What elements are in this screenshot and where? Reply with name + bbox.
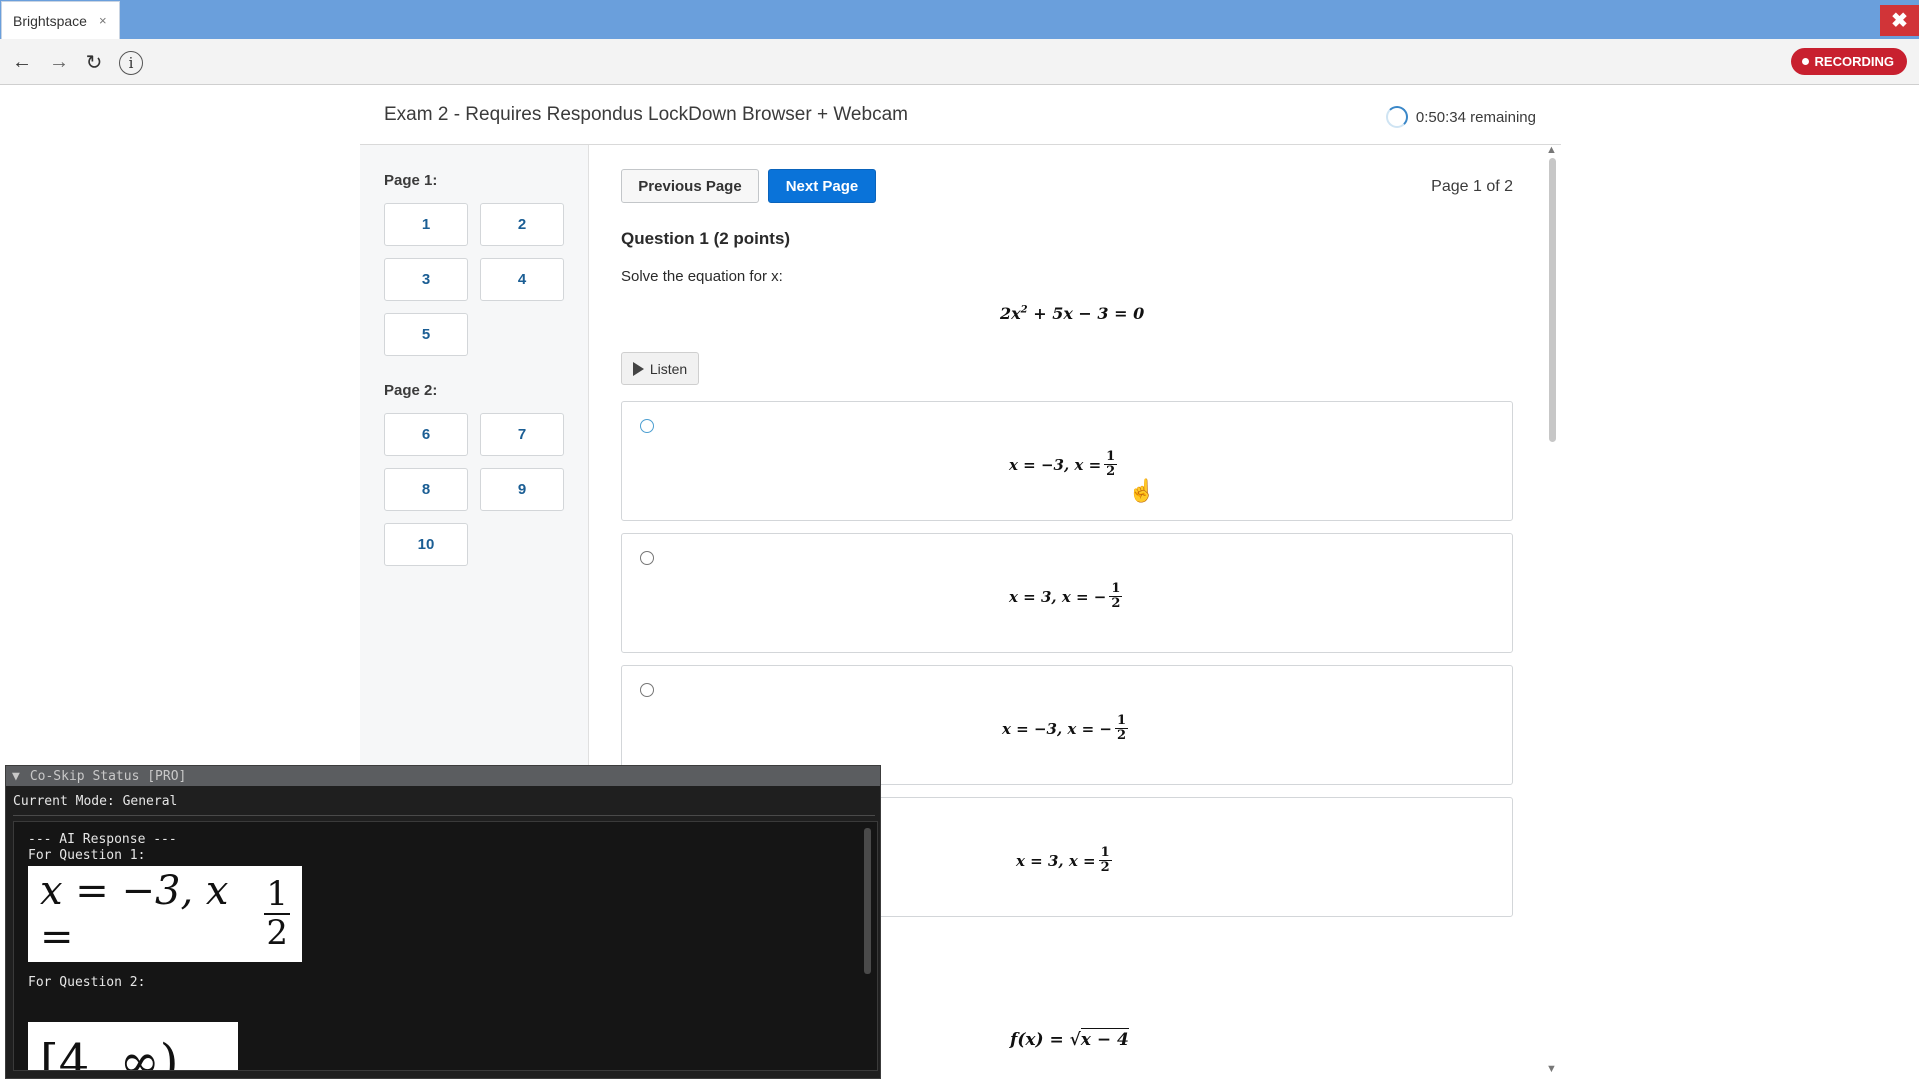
answer-radio-3[interactable]: [640, 683, 654, 697]
answer-math-3: x = −3, x = − 12: [1002, 713, 1128, 744]
answer-text: x = 3, x = −: [1009, 587, 1107, 606]
answer-math-1: x = −3, x = 12: [1009, 449, 1118, 480]
listen-button[interactable]: Listen: [621, 352, 699, 385]
exam-timer: 0:50:34 remaining: [1385, 106, 1536, 128]
answer-text: x = −3, x =: [1009, 455, 1102, 474]
window-close-button[interactable]: ✖: [1880, 5, 1919, 36]
answer-option-1[interactable]: x = −3, x = 12: [621, 401, 1513, 521]
q1-answer-prefix: x = −3, x =: [40, 868, 229, 960]
page2-heading: Page 2:: [384, 382, 438, 399]
answer-radio-1[interactable]: [640, 419, 654, 433]
next-page-button[interactable]: Next Page: [768, 169, 876, 203]
q1-answer-fraction: 12: [264, 873, 290, 953]
co-skip-overlay-panel: ▼ Co-Skip Status [PRO] Current Mode: Gen…: [5, 765, 881, 1079]
fraction-numerator: 1: [1114, 713, 1128, 730]
question-link-7[interactable]: 7: [480, 413, 564, 456]
recording-badge: RECORDING: [1790, 48, 1907, 75]
tab-close-icon[interactable]: ×: [99, 13, 107, 28]
forward-arrow-icon[interactable]: →: [46, 49, 72, 75]
scroll-up-icon[interactable]: ▲: [1546, 144, 1557, 156]
navigation-bar: ← → ↻ i RECORDING: [0, 39, 1919, 85]
answer-radio-2[interactable]: [640, 551, 654, 565]
question-link-2[interactable]: 2: [480, 203, 564, 246]
equation-rest: + 5x − 3 = 0: [1027, 304, 1145, 323]
fraction-denominator: 2: [1100, 860, 1110, 876]
overlay-mode: Current Mode: General: [13, 794, 178, 809]
collapse-triangle-icon[interactable]: ▼: [12, 769, 20, 784]
question-link-6[interactable]: 6: [384, 413, 468, 456]
ai-response-box[interactable]: --- AI Response --- For Question 1: x = …: [13, 821, 878, 1071]
question-link-4[interactable]: 4: [480, 258, 564, 301]
page-indicator: Page 1 of 2: [1431, 178, 1513, 195]
q1-answer-numerator: 1: [264, 873, 290, 915]
question1-answer-image: x = −3, x = 12: [28, 866, 302, 962]
answer-math-4: x = 3, x = 12: [1016, 845, 1112, 876]
answer-text: x = −3, x = −: [1002, 719, 1112, 738]
ai-response-header: --- AI Response ---: [28, 832, 177, 847]
overlay-scrollbar-thumb[interactable]: [864, 828, 871, 974]
scroll-down-icon[interactable]: ▼: [1546, 1063, 1557, 1075]
overlay-divider: [13, 815, 875, 816]
answer-text: x = 3, x =: [1016, 851, 1096, 870]
fraction-numerator: 1: [1098, 845, 1112, 862]
question-equation: 2x2 + 5x − 3 = 0: [1000, 304, 1144, 323]
previous-page-button[interactable]: Previous Page: [621, 169, 759, 203]
question-link-10[interactable]: 10: [384, 523, 468, 566]
answer-option-2[interactable]: x = 3, x = − 12: [621, 533, 1513, 653]
reload-icon[interactable]: ↻: [81, 49, 107, 75]
question2-label: For Question 2:: [28, 975, 146, 990]
question-link-9[interactable]: 9: [480, 468, 564, 511]
overlay-titlebar[interactable]: ▼ Co-Skip Status [PRO]: [6, 766, 880, 786]
question2-equation: f(x) = √x − 4: [1010, 1028, 1129, 1050]
overlay-title: Co-Skip Status [PRO]: [29, 768, 187, 784]
timer-text: 0:50:34 remaining: [1415, 108, 1536, 126]
answer-fraction: 12: [1098, 845, 1112, 876]
listen-label: Listen: [649, 360, 688, 377]
question1-answer-math: x = −3, x = 12: [40, 868, 290, 960]
tab-bar: Brightspace × ✖: [0, 0, 1919, 39]
question1-label: For Question 1:: [28, 848, 146, 863]
answer-fraction: 12: [1104, 449, 1118, 480]
spinner-icon: [1385, 106, 1408, 128]
tab-title: Brightspace: [13, 12, 87, 29]
question-link-1[interactable]: 1: [384, 203, 468, 246]
fraction-denominator: 2: [1116, 728, 1126, 744]
q1-answer-denominator: 2: [266, 913, 288, 953]
back-arrow-icon[interactable]: ←: [9, 49, 35, 75]
recording-dot-icon: [1801, 58, 1809, 65]
fraction-denominator: 2: [1106, 464, 1116, 480]
fraction-denominator: 2: [1111, 596, 1121, 612]
fraction-numerator: 1: [1109, 581, 1123, 598]
answer-fraction: 12: [1109, 581, 1123, 612]
equation-lead: 2x: [1000, 304, 1021, 323]
question-title: Question 1 (2 points): [621, 229, 791, 248]
question-prompt: Solve the equation for x:: [621, 268, 783, 285]
info-icon[interactable]: i: [119, 51, 143, 75]
answer-fraction: 12: [1114, 713, 1128, 744]
question2-answer-image: [4, ∞): [28, 1022, 238, 1071]
answer-math-2: x = 3, x = − 12: [1009, 581, 1123, 612]
question-link-8[interactable]: 8: [384, 468, 468, 511]
q2-answer-partial: [4, ∞): [40, 1034, 179, 1071]
q2-equation-prefix: f(x) = √: [1010, 1030, 1081, 1050]
q2-equation-radicand: x − 4: [1080, 1028, 1129, 1050]
equation-exponent: 2: [1020, 304, 1028, 316]
play-icon: [632, 361, 644, 376]
tab-brightspace[interactable]: Brightspace ×: [1, 1, 120, 39]
scrollbar-thumb[interactable]: [1549, 158, 1556, 442]
fraction-numerator: 1: [1104, 449, 1118, 466]
exam-title: Exam 2 - Requires Respondus LockDown Bro…: [384, 104, 908, 125]
page1-heading: Page 1:: [384, 172, 438, 189]
recording-label: RECORDING: [1814, 54, 1894, 69]
hand-cursor-icon: ☝: [1128, 478, 1156, 503]
question-link-5[interactable]: 5: [384, 313, 468, 356]
question-link-3[interactable]: 3: [384, 258, 468, 301]
